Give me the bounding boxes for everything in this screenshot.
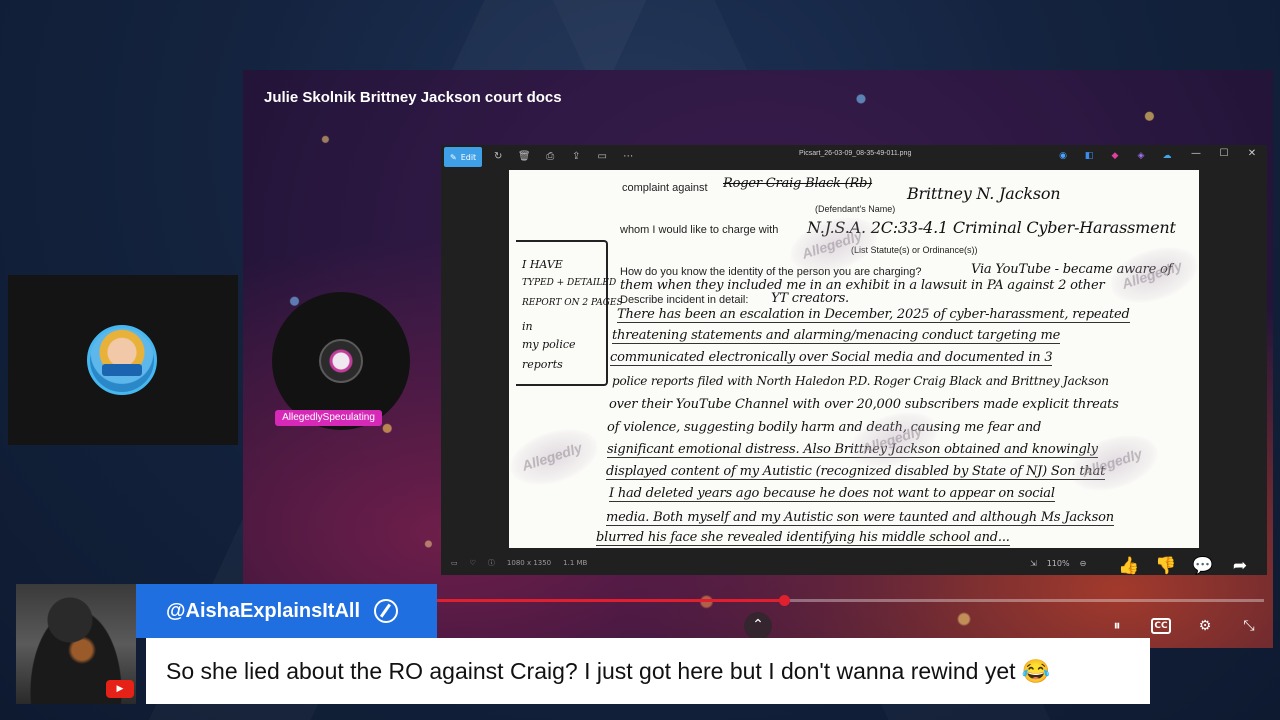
chevron-up-icon[interactable]: ⌃	[744, 612, 772, 640]
commenter-handle: @AishaExplainsItAll	[166, 599, 360, 622]
stage-title: Julie Skolnik Brittney Jackson court doc…	[264, 89, 562, 106]
margin-note-line: my police	[522, 338, 576, 351]
doc-line-complaint: complaint against	[622, 182, 708, 194]
delete-icon[interactable]: 🗑	[514, 148, 534, 166]
player-controls: ⏸ CC ⚙ ⤡	[1104, 613, 1262, 639]
doc-body-line: of violence, suggesting bodily harm and …	[607, 420, 1042, 435]
doc-body-line: There has been an escalation in December…	[617, 307, 1130, 323]
editor-app-icon[interactable]: ◧	[1079, 148, 1099, 164]
more-options-icon[interactable]: ⋯	[618, 148, 638, 166]
designer-icon[interactable]: ◈	[1131, 148, 1151, 164]
commenter-handle-bar: @AishaExplainsItAll	[136, 584, 437, 638]
film-strip-icon[interactable]: ▭	[451, 559, 458, 567]
host-name-label: AllegedlySpeculating	[275, 410, 382, 426]
favorite-icon[interactable]: ♡	[470, 559, 476, 567]
collapse-icon[interactable]: ⤡	[1236, 613, 1262, 639]
margin-note-line: TYPED + DETAILED	[522, 278, 617, 288]
edit-button-label: Edit	[460, 152, 477, 162]
comment-text: So she lied about the RO against Craig? …	[166, 657, 1051, 684]
viewer-app-shortcuts: ◉ ◧ ◆ ◈ ☁	[1053, 148, 1177, 164]
doc-describe-cont: YT creators.	[771, 291, 849, 306]
margin-note-line: REPORT ON 2 PAGES	[522, 298, 623, 308]
doc-line-identity: How do you know the identity of the pers…	[620, 266, 922, 278]
doc-defendant-name: Brittney N. Jackson	[907, 184, 1061, 203]
margin-note-line: in	[522, 320, 533, 333]
maximize-icon[interactable]: ☐	[1214, 148, 1234, 159]
doc-body-line: blurred his face she revealed identifyin…	[596, 530, 1010, 546]
edit-icon: ✎	[450, 152, 457, 162]
photos-app-icon[interactable]: ◉	[1053, 148, 1073, 164]
watermark-logo: Allegedly	[1063, 425, 1165, 501]
pause-icon[interactable]: ⏸	[1104, 613, 1130, 639]
thumbs-down-icon[interactable]: 👎	[1155, 556, 1177, 576]
host-avatar	[319, 339, 363, 383]
watermark-logo: Allegedly	[509, 419, 605, 495]
watermark-logo: Allegedly	[1103, 237, 1199, 313]
doc-body-line: displayed content of my Autistic (recogn…	[606, 464, 1106, 480]
zoom-level[interactable]: 110%	[1047, 559, 1070, 568]
doc-body-line: over their YouTube Channel with over 20,…	[609, 397, 1119, 412]
rotate-icon[interactable]: ↻	[488, 148, 508, 166]
close-icon[interactable]: ✕	[1242, 148, 1262, 159]
file-size: 1.1 MB	[563, 559, 588, 567]
minimize-icon[interactable]: —	[1186, 148, 1206, 159]
print-icon[interactable]: ⎙	[540, 148, 560, 166]
doc-body-line: I had deleted years ago because he does …	[609, 486, 1055, 502]
thumbs-up-icon[interactable]: 👍	[1118, 556, 1140, 576]
margin-note-line: reports	[522, 358, 563, 371]
share-file-icon[interactable]: ⇪	[566, 148, 586, 166]
share-icon[interactable]: ➦	[1229, 556, 1251, 576]
doc-identity-cont: them when they included me in an exhibit…	[620, 278, 1105, 293]
youtube-icon: ▶	[106, 680, 134, 698]
slideshow-icon[interactable]: ▭	[592, 148, 612, 166]
progress-scrubber[interactable]	[778, 595, 790, 606]
comment-banner: So she lied about the RO against Craig? …	[146, 638, 1150, 704]
zoom-out-icon[interactable]: ⊖	[1080, 559, 1087, 568]
progress-bar[interactable]	[436, 595, 1264, 606]
court-document-page: complaint against Roger Craig Black (Rb)…	[509, 170, 1199, 548]
doc-margin-note: I HAVE TYPED + DETAILED REPORT ON 2 PAGE…	[516, 240, 623, 386]
edit-button[interactable]: ✎ Edit	[444, 147, 483, 167]
window-controls: — ☐ ✕	[1186, 148, 1262, 159]
captions-icon[interactable]: CC	[1151, 618, 1171, 634]
onedrive-icon[interactable]: ☁	[1157, 148, 1177, 164]
info-icon[interactable]: ⓘ	[488, 558, 495, 568]
guest-avatar	[87, 325, 157, 395]
clipchamp-icon[interactable]: ◆	[1105, 148, 1125, 164]
doc-struck-name: Roger Craig Black (Rb)	[723, 176, 873, 191]
viewer-filename: Picsart_26-03-09_08-35-49-011.png	[799, 150, 912, 157]
doc-line-charge: whom I would like to charge with	[620, 224, 779, 236]
doc-defendant-caption: (Defendant's Name)	[815, 204, 896, 214]
image-dimensions: 1080 x 1350	[506, 559, 552, 567]
verified-icon	[374, 599, 398, 623]
doc-body-line: police reports filed with North Haledon …	[612, 374, 1109, 388]
gear-icon[interactable]: ⚙	[1192, 613, 1218, 639]
margin-note-line: I HAVE	[522, 258, 563, 271]
fit-icon[interactable]: ⇲	[1030, 559, 1037, 568]
doc-body-line: communicated electronically over Social …	[610, 350, 1053, 366]
progress-fill	[436, 599, 784, 602]
comment-icon[interactable]: 💬	[1192, 556, 1214, 576]
doc-body-line: media. Both myself and my Autistic son w…	[606, 510, 1114, 526]
doc-body-line: threatening statements and alarming/mena…	[612, 328, 1061, 344]
doc-describe-label: Describe incident in detail:	[620, 294, 749, 306]
reaction-buttons: 👍 👎 💬 ➦	[1118, 556, 1251, 576]
viewer-zoom-controls: ⇲ 110% ⊖	[1030, 553, 1086, 573]
